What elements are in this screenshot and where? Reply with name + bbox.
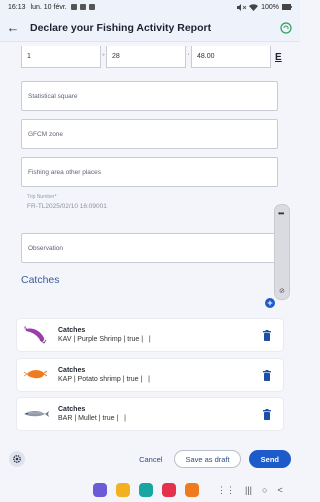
notification-icons: [70, 4, 95, 10]
mute-icon: [237, 3, 247, 11]
form-content[interactable]: 1 ° 28 ' 48.00 E Statistical square GFCM…: [0, 42, 300, 440]
status-bar: 16:13 lun. 10 févr. 100%: [0, 0, 300, 14]
more-options-icon[interactable]: •••: [278, 209, 284, 218]
back-nav-icon[interactable]: <: [277, 485, 282, 495]
battery-percent: 100%: [261, 3, 279, 11]
notification-icon: [88, 4, 95, 10]
catch-detail: BAR | Mullet | true | |: [58, 415, 126, 422]
catch-card[interactable]: Catches KAP | Potato shrimp | true | |: [17, 359, 283, 391]
hemisphere-selector[interactable]: E: [275, 52, 282, 63]
system-nav-bar: ⋮⋮ ||| ○ <: [0, 478, 300, 502]
trip-number-value: FR-TL2025/02/10 16:09001: [27, 203, 107, 210]
action-bar: Cancel Save as draft Send: [0, 440, 300, 478]
degrees-field[interactable]: 1: [21, 46, 101, 68]
catch-card[interactable]: Catches KAV | Purple Shrimp | true | |: [17, 319, 283, 351]
settings-button[interactable]: [9, 451, 25, 467]
save-draft-button[interactable]: Save as draft: [174, 450, 241, 468]
catch-label: Catches: [58, 367, 86, 374]
send-button[interactable]: Send: [248, 450, 291, 468]
catch-label: Catches: [58, 327, 86, 334]
folder-app-icon[interactable]: [116, 483, 130, 497]
catches-section-title: Catches: [21, 274, 60, 286]
catch-detail: KAV | Purple Shrimp | true | |: [58, 336, 151, 343]
app-shortcut-icon[interactable]: [93, 483, 107, 497]
scrollbar-thumb[interactable]: ••• ⊘: [274, 204, 290, 300]
trip-number-field: Trip Number* FR-TL2025/02/10 16:09001: [21, 192, 278, 222]
delete-icon[interactable]: [262, 408, 272, 420]
gfcm-zone-field[interactable]: GFCM zone: [21, 119, 278, 149]
purple-shrimp-icon: [21, 323, 51, 347]
catch-detail: KAP | Potato shrimp | true | |: [58, 376, 150, 383]
minutes-field[interactable]: 28: [106, 46, 186, 68]
gear-icon: [13, 455, 21, 463]
delete-icon[interactable]: [262, 369, 272, 381]
home-icon[interactable]: ○: [262, 485, 267, 495]
app-bar: ← Declare your Fishing Activity Report: [0, 14, 300, 42]
coordinate-row: 1 ° 28 ' 48.00 E: [21, 46, 289, 68]
cancel-button[interactable]: Cancel: [139, 455, 162, 464]
mullet-fish-icon: [21, 402, 51, 426]
media-app-icon[interactable]: [162, 483, 176, 497]
observation-field[interactable]: Observation: [21, 233, 278, 263]
notification-icon: [79, 4, 86, 10]
link-icon: ⊘: [279, 288, 285, 295]
status-date: lun. 10 févr.: [30, 3, 67, 11]
page-title: Declare your Fishing Activity Report: [30, 21, 212, 34]
trip-number-label: Trip Number*: [27, 194, 57, 200]
fishing-area-other-field[interactable]: Fishing area other places: [21, 157, 278, 187]
sync-status-icon[interactable]: [280, 21, 292, 34]
add-catch-button[interactable]: +: [265, 298, 275, 308]
battery-icon: [282, 4, 292, 10]
notification-icon: [70, 4, 77, 10]
apps-grid-icon[interactable]: ⋮⋮: [217, 485, 235, 496]
back-arrow-icon[interactable]: ←: [0, 20, 26, 35]
calendar-app-icon[interactable]: [139, 483, 153, 497]
potato-shrimp-icon: [21, 363, 51, 387]
wifi-icon: [249, 3, 259, 11]
recents-icon[interactable]: |||: [245, 485, 252, 495]
delete-icon[interactable]: [262, 329, 272, 341]
fishing-app-icon[interactable]: [185, 483, 199, 497]
seconds-field[interactable]: 48.00: [191, 46, 271, 68]
catch-label: Catches: [58, 406, 86, 413]
status-time: 16:13: [8, 3, 26, 11]
catch-card[interactable]: Catches BAR | Mullet | true | |: [17, 398, 283, 430]
statistical-square-field[interactable]: Statistical square: [21, 81, 278, 111]
